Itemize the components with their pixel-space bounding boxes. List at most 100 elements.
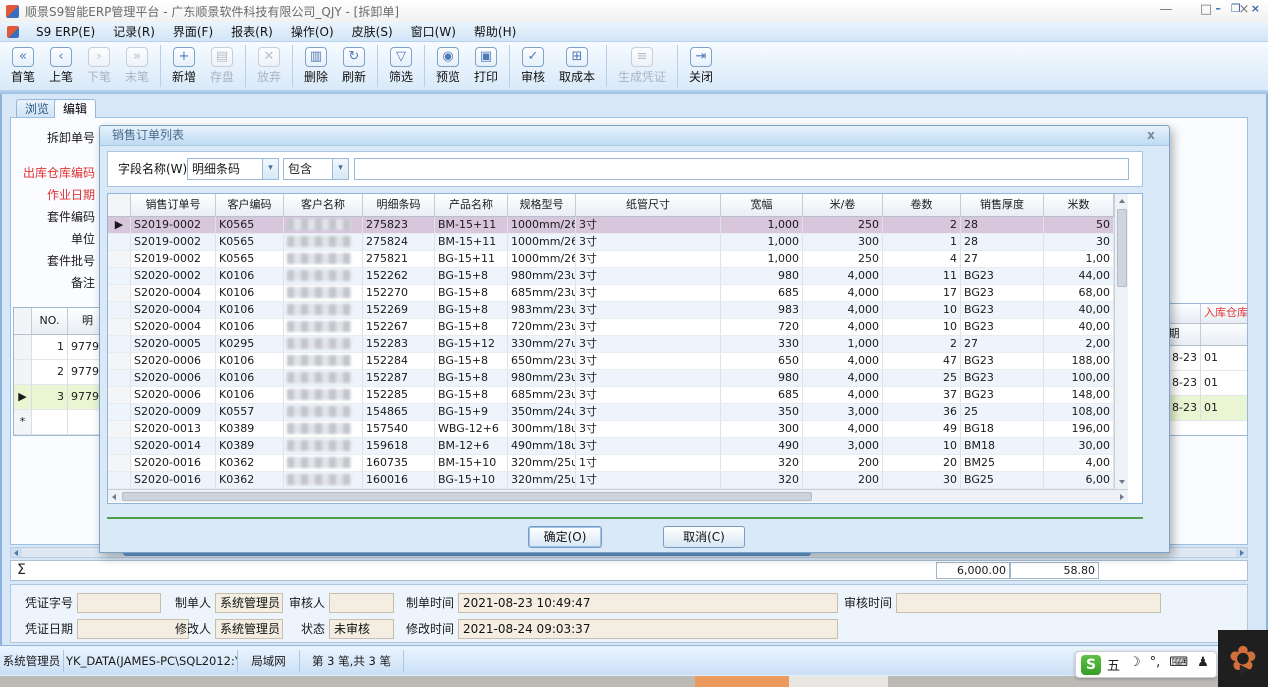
- sogou-logo-icon[interactable]: S: [1081, 655, 1101, 675]
- menu-item-operation[interactable]: 操作(O): [282, 23, 343, 41]
- mdi-restore-button[interactable]: ❒: [1231, 2, 1241, 15]
- scroll-left-icon[interactable]: [112, 494, 116, 500]
- dialog-close-icon[interactable]: x: [1143, 128, 1159, 144]
- operator-select[interactable]: 包含 ▾: [283, 158, 349, 180]
- redacted-customer-name: [287, 406, 351, 417]
- column-header[interactable]: 产品名称: [435, 194, 508, 217]
- wubi-icon[interactable]: 五: [1107, 655, 1120, 674]
- table-row[interactable]: S2020-0006K0106152285BG-15+8685mm/23um..…: [108, 387, 1142, 404]
- menu-item-window[interactable]: 窗口(W): [402, 23, 465, 41]
- account-icon[interactable]: ♟: [1197, 655, 1209, 674]
- menu-item-s9-erp[interactable]: S9 ERP(E): [27, 23, 104, 41]
- ok-button[interactable]: 确定(O): [528, 526, 602, 548]
- mdi-minimize-button[interactable]: –: [1215, 2, 1221, 15]
- table-row[interactable]: S2020-0006K0106152284BG-15+8650mm/23um..…: [108, 353, 1142, 370]
- close-button[interactable]: ⇥关闭: [682, 44, 720, 88]
- get-cost-button[interactable]: ⊞取成本: [552, 44, 602, 88]
- scroll-up-icon[interactable]: [1119, 199, 1125, 203]
- table-row[interactable]: ▶397792: [14, 385, 101, 410]
- table-row[interactable]: S2019-0002K0565275824BM-15+111000mm/26u.…: [108, 234, 1142, 251]
- soft-keyboard-icon[interactable]: ⌨: [1169, 655, 1188, 674]
- taskbar-item-active[interactable]: [695, 676, 789, 687]
- grid-cell: BG-15+8: [435, 268, 508, 285]
- grid-header[interactable]: 明: [68, 308, 102, 335]
- table-row[interactable]: S2020-0004K0106152267BG-15+8720mm/23um..…: [108, 319, 1142, 336]
- table-row[interactable]: 197792: [14, 335, 101, 360]
- minimize-button[interactable]: —: [1148, 0, 1184, 22]
- grid-header[interactable]: [14, 308, 32, 335]
- grid-header-warehouse[interactable]: 入库仓库: [1201, 304, 1248, 324]
- delete-button[interactable]: ▥删除: [297, 44, 335, 88]
- column-header[interactable]: 规格型号: [508, 194, 576, 217]
- table-row[interactable]: S2020-0005K0295152283BG-15+12330mm/27um.…: [108, 336, 1142, 353]
- field-name-select[interactable]: 明细条码 ▾: [187, 158, 279, 180]
- new-row[interactable]: *: [14, 410, 101, 435]
- table-row[interactable]: S2020-0002K0106152262BG-15+8980mm/23um..…: [108, 268, 1142, 285]
- redacted-customer-name: [287, 287, 351, 298]
- preview-button[interactable]: ◉预览: [429, 44, 467, 88]
- table-row[interactable]: S2019-0002K0565275821BG-15+111000mm/26u.…: [108, 251, 1142, 268]
- menu-item-help[interactable]: 帮助(H): [465, 23, 525, 41]
- column-header[interactable]: 销售订单号: [131, 194, 216, 217]
- scroll-down-icon[interactable]: [1119, 480, 1125, 484]
- punctuation-icon[interactable]: °,: [1150, 655, 1161, 674]
- first-icon: «: [12, 47, 34, 67]
- filter-button[interactable]: ▽筛选: [382, 44, 420, 88]
- print-button[interactable]: ▣打印: [467, 44, 505, 88]
- voucher-no-field[interactable]: [77, 593, 161, 613]
- menu-item-record[interactable]: 记录(R): [104, 23, 164, 41]
- menu-item-interface[interactable]: 界面(F): [164, 23, 222, 41]
- table-row[interactable]: S2020-0006K0106152287BG-15+8980mm/23um..…: [108, 370, 1142, 387]
- tab-edit[interactable]: 编辑: [54, 99, 96, 118]
- column-header[interactable]: 销售厚度: [961, 194, 1044, 217]
- grid-cell: 10: [883, 438, 961, 455]
- mdi-close-button[interactable]: ×: [1251, 2, 1260, 15]
- taskbar-item[interactable]: [789, 676, 888, 687]
- table-row[interactable]: 297792: [14, 360, 101, 385]
- scroll-left-icon[interactable]: [11, 548, 22, 557]
- column-header[interactable]: 客户名称: [284, 194, 363, 217]
- add-button[interactable]: +新增: [165, 44, 203, 88]
- grid-hscrollbar[interactable]: [108, 489, 1128, 502]
- table-row[interactable]: S2020-0004K0106152270BG-15+8685mm/23um..…: [108, 285, 1142, 302]
- chevron-down-icon[interactable]: ▾: [262, 159, 278, 179]
- table-row[interactable]: S2020-0013K0389157540WBG-12+6300mm/18um.…: [108, 421, 1142, 438]
- vscroll-thumb[interactable]: [1117, 209, 1127, 287]
- menu-item-report[interactable]: 报表(R): [222, 23, 282, 41]
- row-selector: [108, 268, 131, 285]
- grid-vscrollbar[interactable]: [1114, 194, 1128, 489]
- screen-recorder-overlay[interactable]: ✿▶: [1218, 630, 1268, 687]
- prev-button[interactable]: ‹上笔: [42, 44, 80, 88]
- filter-search-input[interactable]: [354, 158, 1129, 180]
- column-header[interactable]: 米数: [1044, 194, 1114, 217]
- grid-cell: BG-15+8: [435, 319, 508, 336]
- grid-cell: S2019-0002: [131, 234, 216, 251]
- night-mode-icon[interactable]: ☽: [1129, 655, 1141, 674]
- scroll-right-icon[interactable]: [1236, 548, 1247, 557]
- table-row[interactable]: S2020-0016K0362160735BM-15+10320mm/25um.…: [108, 455, 1142, 472]
- scroll-right-icon[interactable]: [1120, 494, 1124, 500]
- table-row[interactable]: S2020-0016K0362160016BG-15+10320mm/25um.…: [108, 472, 1142, 489]
- column-header[interactable]: 纸管尺寸: [576, 194, 721, 217]
- modify-time-label: 修改时间: [404, 619, 454, 639]
- first-button[interactable]: «首笔: [4, 44, 42, 88]
- grid-cell: 3寸: [576, 217, 721, 234]
- column-header[interactable]: 客户编码: [216, 194, 284, 217]
- table-row[interactable]: S2020-0004K0106152269BG-15+8983mm/23um..…: [108, 302, 1142, 319]
- column-header[interactable]: [108, 194, 131, 217]
- table-row[interactable]: S2020-0009K0557154865BG-15+9350mm/24um..…: [108, 404, 1142, 421]
- refresh-button[interactable]: ↻刷新: [335, 44, 373, 88]
- table-row[interactable]: S2020-0014K0389159618BM-12+6490mm/18um..…: [108, 438, 1142, 455]
- table-row[interactable]: ▶S2019-0002K0565275823BM-15+111000mm/26u…: [108, 217, 1142, 234]
- hscroll-thumb[interactable]: [122, 492, 812, 501]
- grid-header[interactable]: NO.: [32, 308, 68, 335]
- column-header[interactable]: 宽幅: [721, 194, 803, 217]
- cancel-button[interactable]: 取消(C): [663, 526, 745, 548]
- menu-item-skin[interactable]: 皮肤(S): [343, 23, 402, 41]
- chevron-down-icon[interactable]: ▾: [332, 159, 348, 179]
- column-header[interactable]: 明细条码: [363, 194, 435, 217]
- tab-browse[interactable]: 浏览: [16, 99, 58, 118]
- audit-button[interactable]: ✓审核: [514, 44, 552, 88]
- column-header[interactable]: 米/卷: [803, 194, 883, 217]
- column-header[interactable]: 卷数: [883, 194, 961, 217]
